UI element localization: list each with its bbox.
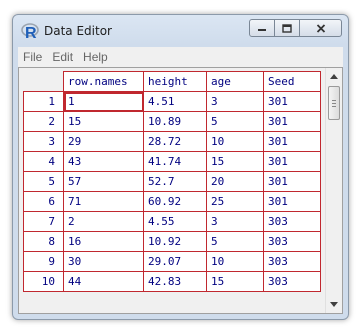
table-cell[interactable]: 4.51	[143, 91, 207, 112]
window-title: Data Editor	[44, 24, 112, 38]
column-header-0[interactable]: row.names	[63, 71, 144, 92]
table-row: 7 2 4.55 3 303	[23, 211, 321, 232]
table-row: 10 44 42.83 15 303	[23, 271, 321, 292]
table-cell[interactable]: 52.7	[143, 171, 207, 192]
header-row: row.names height age Seed	[23, 71, 321, 92]
title-bar[interactable]: R Data Editor	[13, 15, 348, 47]
menu-file[interactable]: File	[18, 50, 47, 64]
row-number[interactable]: 2	[23, 111, 64, 132]
table-row: 3 29 28.72 10 301	[23, 131, 321, 152]
row-number[interactable]: 10	[23, 271, 64, 292]
table-cell[interactable]: 43	[63, 151, 144, 172]
table-cell[interactable]: 303	[263, 231, 321, 252]
table-cell[interactable]: 15	[206, 151, 264, 172]
close-icon	[316, 23, 325, 33]
triangle-down-icon	[330, 302, 338, 307]
table-cell[interactable]: 29	[63, 131, 144, 152]
table-cell[interactable]: 3	[206, 211, 264, 232]
column-header-3[interactable]: Seed	[263, 71, 321, 92]
table-row: 2 15 10.89 5 301	[23, 111, 321, 132]
table-cell[interactable]: 301	[263, 111, 321, 132]
row-number[interactable]: 6	[23, 191, 64, 212]
minimize-button[interactable]	[249, 19, 275, 37]
table-cell[interactable]: 60.92	[143, 191, 207, 212]
triangle-up-icon	[330, 74, 338, 79]
r-logo-letter: R	[25, 25, 37, 40]
r-logo-icon: R	[21, 23, 39, 40]
table-cell[interactable]: 20	[206, 171, 264, 192]
close-button[interactable]	[299, 19, 342, 37]
table-cell[interactable]: 42.83	[143, 271, 207, 292]
table-cell[interactable]: 25	[206, 191, 264, 212]
table-cell[interactable]: 301	[263, 171, 321, 192]
table-row: 9 30 29.07 10 303	[23, 251, 321, 272]
table-cell[interactable]: 303	[263, 211, 321, 232]
table-cell[interactable]: 301	[263, 151, 321, 172]
table-cell[interactable]: 30	[63, 251, 144, 272]
table-row: 5 57 52.7 20 301	[23, 171, 321, 192]
table-row: 6 71 60.92 25 301	[23, 191, 321, 212]
table-cell[interactable]: 301	[263, 91, 321, 112]
table-row: 1 1 4.51 3 301	[23, 91, 321, 112]
row-number[interactable]: 8	[23, 231, 64, 252]
table-cell[interactable]: 44	[63, 271, 144, 292]
table-cell[interactable]: 10.89	[143, 111, 207, 132]
table-cell[interactable]: 71	[63, 191, 144, 212]
data-editor-window: R Data Editor File Edit Help row.names he…	[12, 14, 349, 320]
table-cell[interactable]: 2	[63, 211, 144, 232]
scroll-up-button[interactable]	[326, 68, 342, 85]
table-cell[interactable]: 10.92	[143, 231, 207, 252]
row-number[interactable]: 7	[23, 211, 64, 232]
menu-edit[interactable]: Edit	[47, 50, 78, 64]
scroll-thumb[interactable]	[328, 86, 340, 120]
grid-corner	[23, 71, 64, 92]
table-cell[interactable]: 303	[263, 251, 321, 272]
table-cell[interactable]: 16	[63, 231, 144, 252]
row-number[interactable]: 1	[23, 91, 64, 112]
row-number[interactable]: 3	[23, 131, 64, 152]
table-cell[interactable]: 1	[63, 91, 144, 112]
spreadsheet-area: row.names height age Seed 1 1 4.51 3 301 2 15 10.89…	[18, 67, 343, 314]
menu-bar: File Edit Help	[18, 47, 343, 67]
table-cell[interactable]: 5	[206, 111, 264, 132]
maximize-button[interactable]	[274, 19, 300, 37]
table-cell[interactable]: 15	[206, 271, 264, 292]
scroll-down-button[interactable]	[326, 296, 342, 313]
table-cell[interactable]: 4.55	[143, 211, 207, 232]
table-cell[interactable]: 303	[263, 271, 321, 292]
menu-help[interactable]: Help	[78, 50, 113, 64]
row-number[interactable]: 9	[23, 251, 64, 272]
table-cell[interactable]: 301	[263, 131, 321, 152]
vertical-scrollbar[interactable]	[325, 68, 342, 313]
table-cell[interactable]: 3	[206, 91, 264, 112]
minimize-icon	[258, 29, 266, 31]
data-grid: row.names height age Seed 1 1 4.51 3 301 2 15 10.89…	[23, 71, 321, 292]
table-cell[interactable]: 15	[63, 111, 144, 132]
maximize-icon	[282, 23, 292, 33]
window-controls	[249, 19, 342, 37]
table-cell[interactable]: 57	[63, 171, 144, 192]
table-cell[interactable]: 10	[206, 131, 264, 152]
table-cell[interactable]: 301	[263, 191, 321, 212]
row-number[interactable]: 4	[23, 151, 64, 172]
column-header-1[interactable]: height	[143, 71, 207, 92]
table-row: 4 43 41.74 15 301	[23, 151, 321, 172]
column-header-2[interactable]: age	[206, 71, 264, 92]
table-cell[interactable]: 5	[206, 231, 264, 252]
table-cell[interactable]: 28.72	[143, 131, 207, 152]
table-row: 8 16 10.92 5 303	[23, 231, 321, 252]
table-cell[interactable]: 41.74	[143, 151, 207, 172]
table-cell[interactable]: 29.07	[143, 251, 207, 272]
row-number[interactable]: 5	[23, 171, 64, 192]
table-cell[interactable]: 10	[206, 251, 264, 272]
